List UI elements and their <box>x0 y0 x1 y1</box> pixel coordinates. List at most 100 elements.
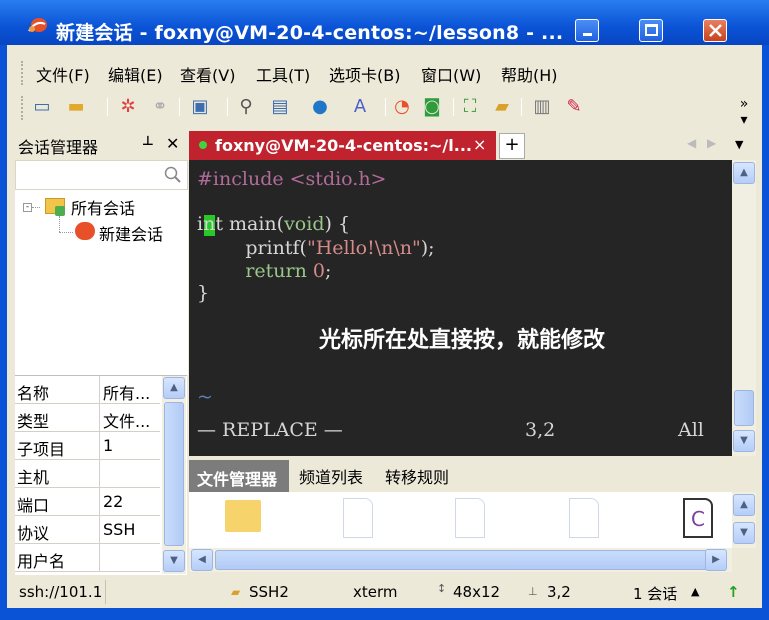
menu-window[interactable]: 窗口(W) <box>421 62 481 86</box>
tab-scroll-left-icon[interactable]: ◀ <box>687 136 696 150</box>
sessions-dropdown-icon[interactable]: ▲ <box>691 585 699 598</box>
toolbar-separator <box>107 98 108 116</box>
property-divider <box>99 376 100 404</box>
tab-channel-list[interactable]: 频道列表 <box>299 464 363 490</box>
sftp-icon[interactable]: ▤ <box>269 96 291 118</box>
menu-help[interactable]: 帮助(H) <box>501 62 558 86</box>
tree-connector <box>59 216 60 232</box>
pin-icon[interactable]: ⊥ <box>142 134 154 149</box>
tab-list-dropdown-icon[interactable]: ▼ <box>735 138 743 151</box>
properties-scrollbar[interactable]: ▲ ▼ <box>162 376 186 574</box>
property-row: 协议 SSH <box>15 516 160 544</box>
tab-scroll-right-icon[interactable]: ▶ <box>707 136 716 150</box>
globe-icon[interactable]: ● <box>309 96 331 118</box>
status-bar: ssh://101.1 ▰ SSH2 xterm ↕ 48x12 ⊥ 3,2 1… <box>7 576 762 608</box>
disconnect-icon[interactable]: ⚭ <box>149 96 171 118</box>
new-session-icon[interactable]: ▭ <box>31 96 53 118</box>
file-list-scrollbar[interactable]: ▲ ▼ <box>732 492 756 548</box>
terminal[interactable]: #include <stdio.h> int main(void) { prin… <box>189 160 732 456</box>
scrollbar-thumb[interactable] <box>215 550 711 570</box>
scroll-down-icon[interactable]: ▼ <box>163 550 185 572</box>
script-icon[interactable]: ✎ <box>563 96 585 118</box>
toolbar-separator <box>521 98 522 116</box>
keyboard-icon[interactable]: ▥ <box>531 96 553 118</box>
scroll-left-icon[interactable]: ◀ <box>191 549 213 571</box>
tree-root-label[interactable]: 所有会话 <box>71 195 135 219</box>
reconnect-icon[interactable]: ▣ <box>189 96 211 118</box>
lock-icon[interactable]: ▰ <box>491 96 513 118</box>
connected-status-icon <box>199 141 207 149</box>
toolbar-grip[interactable] <box>21 96 24 120</box>
file-icon[interactable] <box>343 498 373 538</box>
menu-edit[interactable]: 编辑(E) <box>108 62 163 86</box>
empty-line-tilde: ~ <box>197 386 213 408</box>
scrollbar-thumb[interactable] <box>164 402 184 546</box>
terminal-scrollbar[interactable]: ▲ ▼ <box>732 160 756 456</box>
toolbar: ▭ ▬ ✲ ⚭ ▣ ⚲ ▤ ● A ◔ ◙ ⛶ ▰ ▥ ✎ » ▾ <box>7 88 762 128</box>
scroll-down-icon[interactable]: ▼ <box>733 430 755 452</box>
menu-tools[interactable]: 工具(T) <box>256 62 310 86</box>
status-size: 48x12 <box>453 583 501 601</box>
file-list[interactable]: C <box>189 492 732 548</box>
menu-file[interactable]: 文件(F) <box>36 62 90 86</box>
search-icon[interactable] <box>164 166 182 184</box>
scroll-up-icon[interactable]: ▲ <box>733 162 755 184</box>
securefx-icon[interactable]: ◙ <box>421 96 443 118</box>
file-panel-tabs: 文件管理器 频道列表 转移规则 <box>189 458 762 492</box>
maximize-button[interactable] <box>639 19 663 42</box>
securecrt-icon[interactable]: ◔ <box>391 96 413 118</box>
property-key: 主机 <box>17 468 50 487</box>
font-icon[interactable]: A <box>349 96 371 118</box>
session-manager-close[interactable]: ✕ <box>166 134 179 153</box>
property-key: 名称 <box>17 384 50 403</box>
resize-icon: ↕ <box>437 582 447 595</box>
session-properties: 名称 所有... 类型 文件... 子项目 1 主机 端口 22 协议 SSH … <box>15 375 187 575</box>
connect-icon[interactable]: ✲ <box>117 96 139 118</box>
property-value: SSH <box>103 520 136 539</box>
scroll-down-icon[interactable]: ▼ <box>733 522 755 544</box>
collapse-toggle-icon[interactable]: - <box>23 203 32 212</box>
property-value: 1 <box>103 436 114 455</box>
cursor-position-icon: ⊥ <box>528 585 538 598</box>
session-manager-title: 会话管理器 <box>18 138 99 157</box>
property-divider <box>99 488 100 516</box>
menu-view[interactable]: 查看(V) <box>180 62 235 86</box>
menu-grip[interactable] <box>21 61 24 85</box>
session-tree: - 所有会话 新建会话 <box>15 190 188 375</box>
c-source-file-icon[interactable]: C <box>683 498 713 538</box>
window-title: 新建会话 - foxny@VM-20-4-centos:~/lesson8 - … <box>56 22 564 44</box>
tab-session[interactable]: foxny@VM-20-4-centos:~/l... × <box>189 131 496 160</box>
scroll-up-icon[interactable]: ▲ <box>733 494 755 516</box>
fullscreen-icon[interactable]: ⛶ <box>459 96 481 118</box>
menu-tabs[interactable]: 选项卡(B) <box>329 62 400 86</box>
tab-file-manager[interactable]: 文件管理器 <box>189 460 289 492</box>
file-list-hscrollbar[interactable]: ◀ ▶ <box>189 548 732 572</box>
property-row: 类型 文件... <box>15 404 160 432</box>
property-key: 子项目 <box>17 440 66 459</box>
title-bar[interactable]: 新建会话 - foxny@VM-20-4-centos:~/lesson8 - … <box>0 0 769 45</box>
status-sessions[interactable]: 1 会话 <box>633 583 677 604</box>
scrollbar-thumb[interactable] <box>734 390 754 426</box>
tree-child-label[interactable]: 新建会话 <box>99 221 163 245</box>
new-tab-button[interactable]: + <box>499 133 525 159</box>
code-line: #include <stdio.h> <box>197 168 387 190</box>
open-folder-icon[interactable]: ▬ <box>65 96 87 118</box>
file-icon[interactable] <box>455 498 485 538</box>
file-icon[interactable] <box>569 498 599 538</box>
scroll-right-icon[interactable]: ▶ <box>705 549 727 571</box>
close-button[interactable] <box>703 19 727 42</box>
property-divider <box>99 404 100 432</box>
folder-icon[interactable] <box>225 500 261 532</box>
find-icon[interactable]: ⚲ <box>235 96 257 118</box>
property-key: 端口 <box>17 496 50 515</box>
minimize-button[interactable] <box>575 19 599 42</box>
session-manager-header: 会话管理器 ⊥ ✕ <box>14 130 189 158</box>
property-row: 子项目 1 <box>15 432 160 460</box>
vim-scroll-indicator: All <box>678 419 704 441</box>
session-search-input[interactable] <box>15 160 188 190</box>
close-icon <box>709 24 722 37</box>
scroll-up-icon[interactable]: ▲ <box>163 377 185 399</box>
toolbar-overflow-icon[interactable]: » ▾ <box>733 96 755 128</box>
tab-close-icon[interactable]: × <box>473 135 486 154</box>
tab-transfer-rules[interactable]: 转移规则 <box>385 464 449 490</box>
